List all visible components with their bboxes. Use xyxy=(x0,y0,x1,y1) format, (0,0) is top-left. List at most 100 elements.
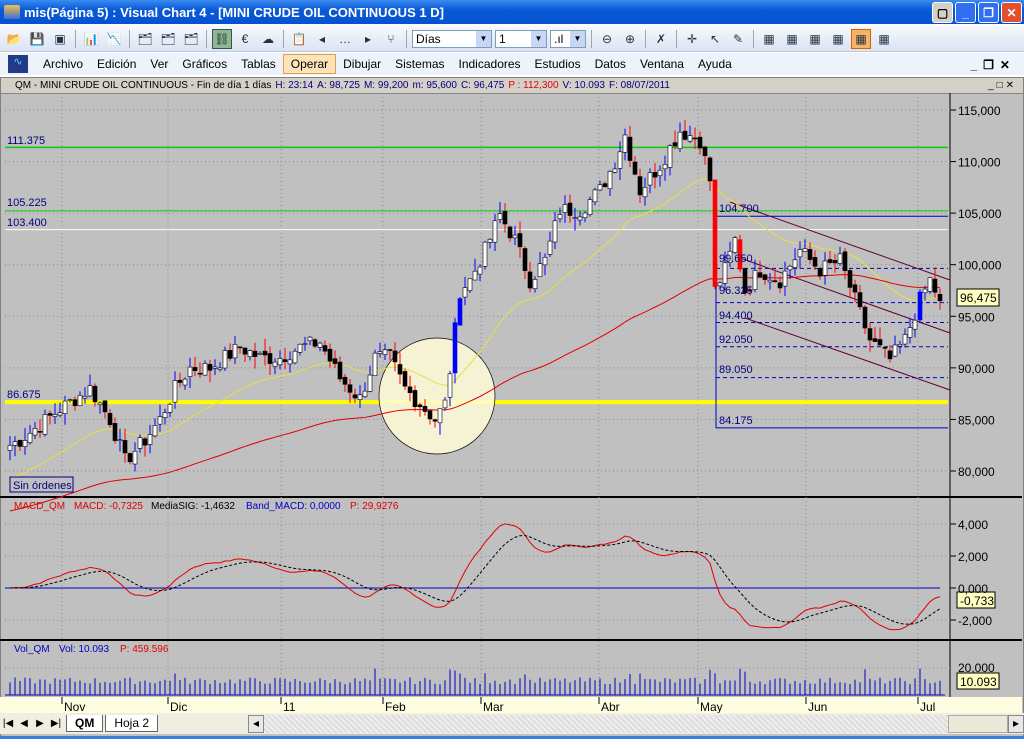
candle-body xyxy=(687,135,693,142)
month-label: Abr xyxy=(601,700,620,714)
candle-body xyxy=(7,445,13,451)
candle-body xyxy=(402,371,408,387)
candle-body xyxy=(427,410,433,420)
channel-upper-line xyxy=(729,201,951,281)
candle-body xyxy=(752,270,758,290)
candle-body xyxy=(577,216,583,221)
candle-body xyxy=(837,253,843,264)
month-label: Mar xyxy=(483,700,504,714)
candle-body xyxy=(537,263,543,278)
candle-body xyxy=(32,428,38,436)
tab-hoja-2[interactable]: Hoja 2 xyxy=(105,715,159,732)
macd-value: MACD: -0,7325 xyxy=(74,501,143,512)
candle-body xyxy=(107,412,113,426)
level-label-111375: 111.375 xyxy=(7,135,45,147)
candle-body xyxy=(487,239,493,243)
candle-body xyxy=(572,217,578,219)
last-price: 96,475 xyxy=(960,291,997,305)
level-label-104700: 104.700 xyxy=(719,203,759,215)
candle-body xyxy=(722,262,728,284)
candle-body xyxy=(312,339,318,347)
candle-body xyxy=(712,179,718,287)
price-tick-label: 110,000 xyxy=(958,156,1001,170)
candle-body xyxy=(857,292,863,308)
candle-body xyxy=(292,350,298,364)
candle-body xyxy=(877,339,883,346)
candle-body xyxy=(927,277,933,292)
last-sheet-button[interactable]: ▶| xyxy=(48,715,64,733)
candle-body xyxy=(82,395,88,399)
candle-body xyxy=(697,136,703,149)
chart-canvas[interactable]: Nov Dic 11 Feb Mar Abr May Jun Jul 111.375 105.2… xyxy=(0,0,1024,750)
first-sheet-button[interactable]: |◀ xyxy=(0,715,16,733)
channel-lower-line xyxy=(744,317,951,391)
candle-body xyxy=(347,384,353,393)
level-label-105225: 105.225 xyxy=(7,197,47,209)
macd-tick-label: -2,000 xyxy=(958,614,992,628)
scroll-thumb[interactable] xyxy=(948,714,1008,733)
candle-body xyxy=(142,438,148,446)
candle-body xyxy=(812,257,818,267)
candle-body xyxy=(862,306,868,329)
level-label-89050: 89.050 xyxy=(719,364,753,376)
candle-body xyxy=(702,146,708,157)
candle-body xyxy=(887,350,893,360)
candle-body xyxy=(517,233,523,248)
horizontal-scrollbar[interactable] xyxy=(264,714,948,733)
candle-body xyxy=(777,282,783,289)
candle-body xyxy=(47,413,53,416)
candle-body xyxy=(592,189,598,203)
candle-body xyxy=(157,416,163,425)
candle-body xyxy=(612,168,618,173)
status-strip xyxy=(0,736,1024,750)
tab-qm[interactable]: QM xyxy=(66,715,104,732)
next-sheet-button[interactable]: ▶ xyxy=(32,715,48,733)
candle-body xyxy=(162,412,168,418)
macd-tick-label: 4,000 xyxy=(958,518,988,532)
candle-body xyxy=(227,350,233,359)
candle-body xyxy=(617,151,623,169)
candle-body xyxy=(317,342,323,348)
candle-body xyxy=(852,284,858,293)
vol-p: P: 459.596 xyxy=(120,644,169,655)
candle-body xyxy=(772,280,778,282)
scroll-right-button[interactable]: ▸ xyxy=(1008,714,1024,733)
candle-body xyxy=(237,346,243,349)
candle-body xyxy=(632,161,638,175)
candle-body xyxy=(492,220,498,243)
candle-body xyxy=(472,270,478,281)
candle-body xyxy=(532,279,538,290)
candle-body xyxy=(607,170,613,190)
candle-body xyxy=(352,394,358,399)
candle-body xyxy=(767,279,773,283)
prev-sheet-button[interactable]: ◀ xyxy=(16,715,32,733)
candle-body xyxy=(597,184,603,191)
macd-tick-label: 2,000 xyxy=(958,550,988,564)
candle-body xyxy=(797,249,803,258)
price-tick-label: 85,000 xyxy=(958,413,995,427)
price-tick-label: 100,000 xyxy=(958,259,1002,273)
candle-body xyxy=(792,259,798,268)
month-label: 11 xyxy=(283,700,296,714)
candle-body xyxy=(242,347,248,355)
candle-body xyxy=(412,390,418,407)
candle-body xyxy=(152,425,158,437)
candle-body xyxy=(637,176,643,196)
candle-body xyxy=(442,399,448,409)
candle-body xyxy=(62,400,68,414)
candle-body xyxy=(197,372,203,375)
candle-body xyxy=(307,336,313,342)
candle-body xyxy=(507,226,513,239)
level-label-86675: 86.675 xyxy=(7,389,41,401)
candle-body xyxy=(362,390,368,397)
month-label: Nov xyxy=(64,700,85,714)
candle-body xyxy=(97,402,103,406)
candle-body xyxy=(112,423,118,441)
candle-body xyxy=(552,220,558,243)
vol-value: Vol: 10.093 xyxy=(59,644,109,655)
scroll-left-button[interactable]: ◂ xyxy=(248,714,265,733)
candle-body xyxy=(667,145,673,168)
candle-body xyxy=(692,137,698,140)
candle-body xyxy=(917,291,923,321)
month-label: Dic xyxy=(170,700,187,714)
